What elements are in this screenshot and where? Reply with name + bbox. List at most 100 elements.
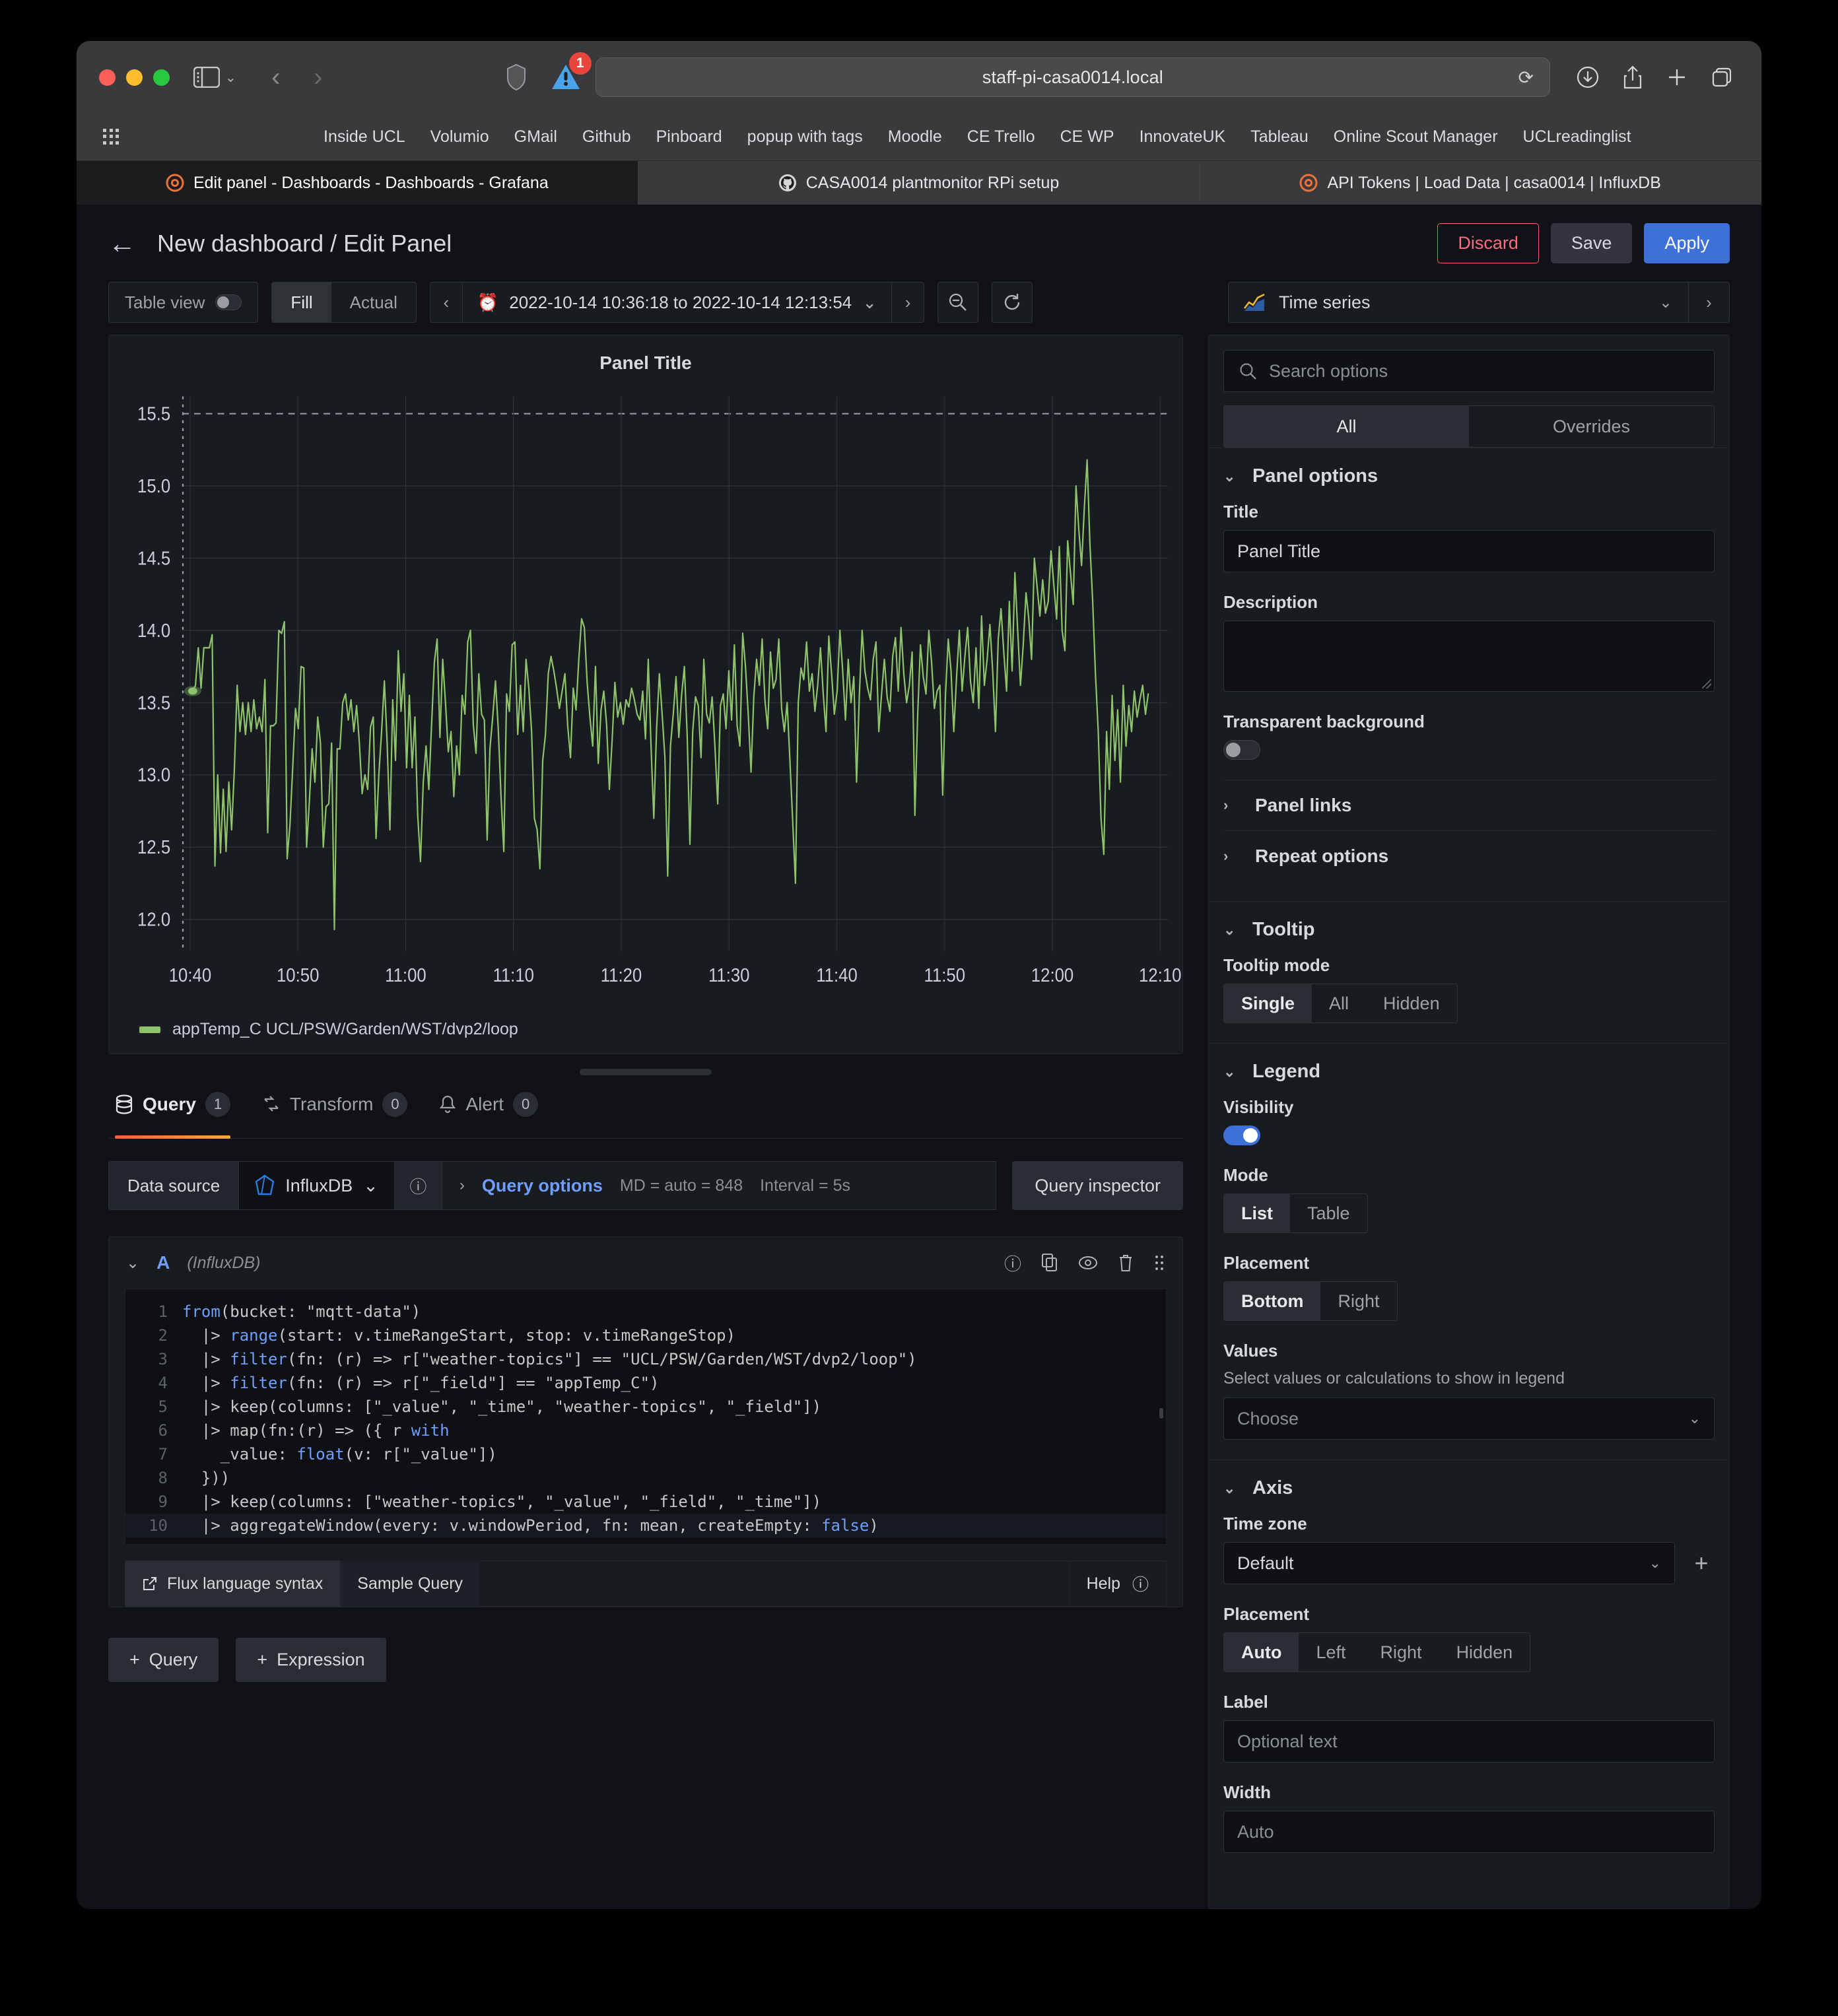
chevron-down-icon[interactable]: ⌄ xyxy=(862,292,877,313)
repeat-options-item[interactable]: › Repeat options xyxy=(1223,830,1715,881)
bookmark-item[interactable]: Tableau xyxy=(1250,127,1309,147)
bookmark-item[interactable]: Github xyxy=(582,127,631,147)
trash-icon[interactable] xyxy=(1118,1254,1134,1272)
sample-query-button[interactable]: Sample Query xyxy=(340,1561,481,1607)
legend-mode-list[interactable]: List xyxy=(1224,1194,1291,1232)
legend-visibility-toggle[interactable] xyxy=(1223,1126,1260,1145)
back-to-dashboard-icon[interactable]: ← xyxy=(108,229,145,257)
axis-placement-left[interactable]: Left xyxy=(1299,1633,1363,1671)
apps-grid-icon[interactable] xyxy=(103,128,120,146)
table-view-switch[interactable] xyxy=(215,294,242,310)
table-view-toggle[interactable]: Table view xyxy=(108,282,259,323)
add-query-button[interactable]: + Query xyxy=(108,1638,219,1682)
legend-placement-right[interactable]: Right xyxy=(1320,1282,1396,1320)
bookmark-item[interactable]: popup with tags xyxy=(747,127,863,147)
plus-icon[interactable] xyxy=(1666,67,1687,88)
url-bar[interactable]: staff-pi-casa0014.local ⟳ xyxy=(595,57,1550,97)
chevron-down-icon[interactable]: ⌄ xyxy=(1649,1555,1661,1572)
options-tab-overrides[interactable]: Overrides xyxy=(1469,406,1714,447)
browser-tab-grafana[interactable]: Edit panel - Dashboards - Dashboards - G… xyxy=(77,161,638,205)
search-options-input[interactable]: Search options xyxy=(1223,350,1715,392)
panel-options-header[interactable]: ⌄ Panel options xyxy=(1223,465,1715,487)
panel-title-input[interactable]: Panel Title xyxy=(1223,530,1715,572)
sidebar-toggle-icon[interactable] xyxy=(192,63,221,92)
time-series-chart[interactable]: 12.0 12.5 13.0 13.5 14.0 14.5 15.0 15.5 10:40 10:… xyxy=(109,378,1182,1013)
duplicate-icon[interactable] xyxy=(1041,1253,1058,1273)
zoom-out-button[interactable] xyxy=(937,282,979,323)
privacy-shield-icon[interactable] xyxy=(504,63,528,92)
discard-button[interactable]: Discard xyxy=(1437,223,1539,263)
tooltip-mode-all[interactable]: All xyxy=(1312,984,1366,1023)
tooltip-mode-hidden[interactable]: Hidden xyxy=(1366,984,1457,1023)
transparent-background-toggle[interactable] xyxy=(1223,740,1260,760)
bookmark-item[interactable]: Moodle xyxy=(888,127,942,147)
apply-button[interactable]: Apply xyxy=(1644,223,1730,263)
share-icon[interactable] xyxy=(1623,65,1643,89)
flux-query-editor[interactable]: 1 from(bucket: "mqtt-data") 2 |> range(sta… xyxy=(125,1289,1167,1545)
tab-overview-icon[interactable] xyxy=(1711,67,1732,88)
panel-links-item[interactable]: › Panel links xyxy=(1223,780,1715,830)
chevron-down-icon[interactable]: ⌄ xyxy=(225,69,236,86)
query-ref-id[interactable]: A xyxy=(156,1252,170,1273)
time-range-display[interactable]: ⏰ 2022-10-14 10:36:18 to 2022-10-14 12:1… xyxy=(461,283,893,322)
axis-placement-right[interactable]: Right xyxy=(1363,1633,1439,1671)
legend-mode-table[interactable]: Table xyxy=(1290,1194,1367,1232)
chevron-right-icon[interactable]: › xyxy=(460,1176,465,1195)
bookmark-item[interactable]: Pinboard xyxy=(656,127,722,147)
bookmark-item[interactable]: Inside UCL xyxy=(323,127,405,147)
back-arrow-icon[interactable]: ‹ xyxy=(255,63,297,92)
close-window-button[interactable] xyxy=(99,69,116,86)
forward-arrow-icon[interactable]: › xyxy=(297,63,339,92)
axis-placement-hidden[interactable]: Hidden xyxy=(1439,1633,1530,1671)
data-source-select[interactable]: InfluxDB ⌄ xyxy=(238,1161,395,1210)
axis-header[interactable]: ⌄ Axis xyxy=(1223,1477,1715,1499)
maximize-window-button[interactable] xyxy=(153,69,170,86)
axis-placement-auto[interactable]: Auto xyxy=(1224,1633,1299,1671)
axis-width-input[interactable]: Auto xyxy=(1223,1811,1715,1853)
bookmark-item[interactable]: GMail xyxy=(514,127,557,147)
panel-description-textarea[interactable] xyxy=(1223,621,1715,692)
chevron-down-icon[interactable]: ⌄ xyxy=(1643,293,1688,312)
query-help-button[interactable]: Help ⓘ xyxy=(1068,1561,1167,1607)
query-options-label[interactable]: Query options xyxy=(482,1176,603,1196)
tab-transform[interactable]: Transform 0 xyxy=(262,1082,408,1138)
add-expression-button[interactable]: + Expression xyxy=(236,1638,386,1682)
time-range-prev-button[interactable]: ‹ xyxy=(430,292,462,313)
data-source-help-icon[interactable]: ⓘ xyxy=(394,1161,442,1210)
help-circle-icon[interactable]: ⓘ xyxy=(1004,1251,1021,1275)
bookmark-item[interactable]: Online Scout Manager xyxy=(1334,127,1498,147)
chevron-down-icon[interactable]: ⌄ xyxy=(1223,468,1238,485)
chevron-down-icon[interactable]: ⌄ xyxy=(1223,922,1238,939)
tooltip-mode-single[interactable]: Single xyxy=(1224,984,1312,1023)
warning-indicator[interactable]: 1 xyxy=(551,52,592,92)
legend-values-select[interactable]: Choose ⌄ xyxy=(1223,1397,1715,1440)
refresh-button[interactable] xyxy=(992,282,1033,323)
query-options-row[interactable]: › Query options MD = auto = 848 Interval… xyxy=(442,1161,997,1210)
panel-resize-handle[interactable] xyxy=(580,1069,712,1075)
chevron-down-icon[interactable]: ⌄ xyxy=(1223,1063,1238,1081)
tab-query[interactable]: Query 1 xyxy=(115,1082,230,1139)
browser-tab-github[interactable]: CASA0014 plantmonitor RPi setup xyxy=(638,161,1200,205)
reload-icon[interactable]: ⟳ xyxy=(1518,67,1534,88)
legend-series-label[interactable]: appTemp_C UCL/PSW/Garden/WST/dvp2/loop xyxy=(172,1020,518,1039)
save-button[interactable]: Save xyxy=(1550,223,1633,263)
minimize-window-button[interactable] xyxy=(126,69,143,86)
chevron-down-icon[interactable]: ⌄ xyxy=(1689,1410,1701,1427)
bookmark-item[interactable]: CE WP xyxy=(1060,127,1114,147)
flux-syntax-link[interactable]: Flux language syntax xyxy=(125,1561,341,1607)
time-range-next-button[interactable]: › xyxy=(892,292,924,313)
timezone-select[interactable]: Default ⌄ xyxy=(1223,1542,1675,1584)
chevron-down-icon[interactable]: ⌄ xyxy=(126,1254,139,1273)
options-scroll-area[interactable]: ⌄ Panel options Title Panel Title Descri… xyxy=(1209,448,1729,1908)
drag-handle-icon[interactable] xyxy=(1153,1254,1165,1272)
chevron-down-icon[interactable]: ⌄ xyxy=(1223,1480,1238,1497)
tab-alert[interactable]: Alert 0 xyxy=(439,1082,539,1138)
collapse-options-button[interactable]: › xyxy=(1688,283,1729,322)
options-tab-all[interactable]: All xyxy=(1224,406,1469,447)
bookmark-item[interactable]: CE Trello xyxy=(967,127,1035,147)
tooltip-header[interactable]: ⌄ Tooltip xyxy=(1223,919,1715,941)
bookmark-item[interactable]: UCLreadinglist xyxy=(1523,127,1631,147)
download-icon[interactable] xyxy=(1577,66,1599,88)
browser-tab-influxdb[interactable]: API Tokens | Load Data | casa0014 | Infl… xyxy=(1200,161,1761,205)
legend-placement-bottom[interactable]: Bottom xyxy=(1224,1282,1321,1320)
